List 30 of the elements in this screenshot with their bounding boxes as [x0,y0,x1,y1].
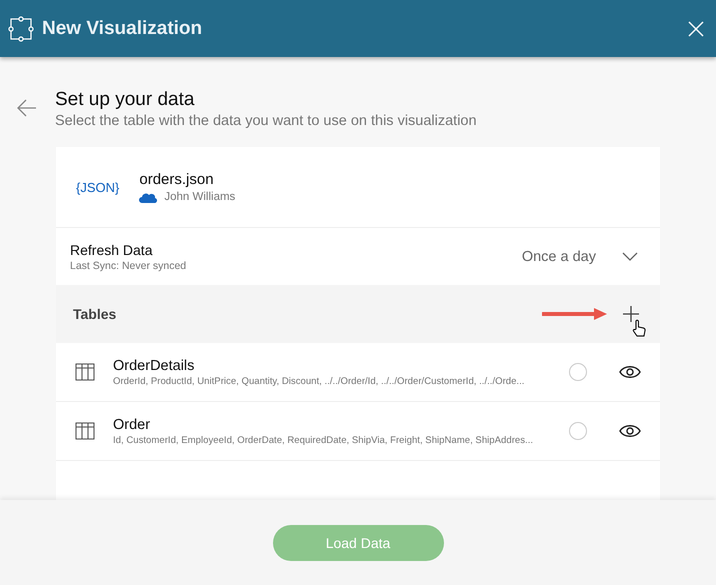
tables-title: Tables [73,306,116,322]
page-title: Set up your data [55,89,196,111]
table-fields: Id, CustomerId, EmployeeId, OrderDate, RequiredDate, ShipVia, Freight, ShipName, ShipAddres... [113,434,551,446]
table-fields: OrderId, ProductId, UnitPrice, Quantity, Discount, ../../Order/Id, ../../Order/CustomerId, ../../Orde... [113,376,551,386]
owner-name: John Williams [164,191,236,203]
radio-button[interactable] [569,363,587,381]
frequency-dropdown[interactable]: Once a day [522,248,638,264]
eye-icon[interactable] [619,365,641,379]
pointing-arrow-icon [542,307,608,321]
cloud-icon [139,192,158,202]
json-logo: {JSON} [76,180,120,194]
table-name: Order [113,416,152,432]
chevron-down-icon [622,252,638,261]
table-list-item[interactable]: Order Id, CustomerId, EmployeeId, OrderDate, RequiredDate, ShipVia, Freight, ShipName, ShipAddres... [56,402,660,461]
last-sync-text: Last Sync: Never synced [70,260,186,272]
table-icon [75,422,95,440]
refresh-title: Refresh Data [70,242,154,258]
page-subtitle: Select the table with the data you want to use on this visualization [55,113,477,129]
window-title: New Visualization [42,18,204,40]
frame-icon [8,16,34,42]
file-name: orders.json [139,171,215,188]
table-icon [75,363,95,381]
table-name: OrderDetails [113,358,196,374]
table-list-item[interactable]: OrderDetails OrderId, ProductId, UnitPrice, Quantity, Discount, ../../Order/Id, ../../Order/CustomerId, ../../Orde... [56,343,660,402]
plus-icon[interactable] [622,305,640,323]
radio-button[interactable] [569,422,587,440]
hand-cursor-icon [632,319,646,337]
back-arrow-icon[interactable] [17,99,37,117]
eye-icon[interactable] [619,424,641,438]
close-icon[interactable] [688,20,704,36]
